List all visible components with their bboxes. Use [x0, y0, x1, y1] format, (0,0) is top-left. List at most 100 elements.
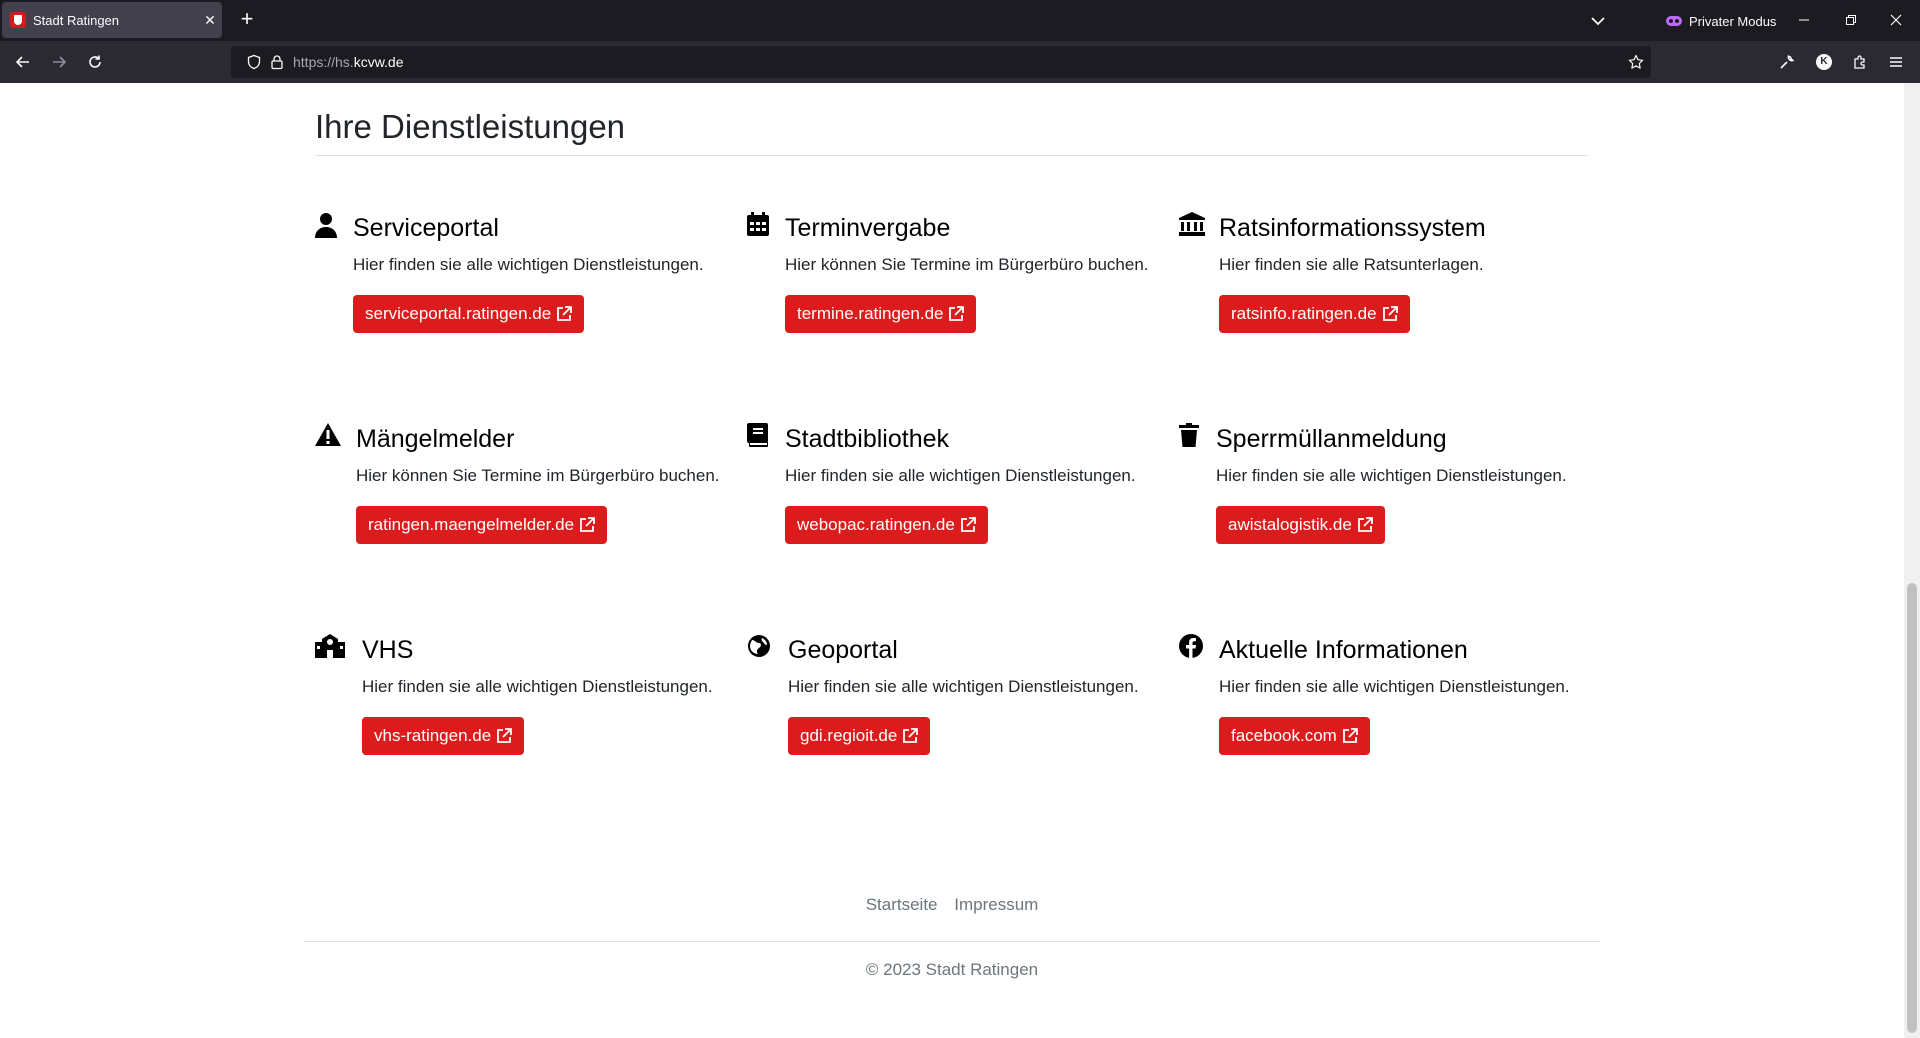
account-button[interactable]: K — [1810, 48, 1838, 76]
private-mask-icon — [1666, 16, 1682, 26]
trash-icon — [1179, 423, 1205, 451]
card-description: Hier finden sie alle wichtigen Dienstlei… — [1219, 677, 1570, 696]
scrollbar-thumb[interactable] — [1907, 583, 1917, 1033]
card-title: Aktuelle Informationen — [1219, 636, 1468, 664]
school-icon — [315, 634, 345, 662]
vhs-link-button[interactable]: vhs-ratingen.de — [362, 717, 525, 755]
card-title: Terminvergabe — [785, 214, 951, 242]
title-divider — [315, 155, 1588, 156]
extensions-puzzle-icon[interactable] — [1846, 48, 1874, 76]
card-title: Stadtbibliothek — [785, 425, 950, 453]
service-card-sperrmuell: Sperrmüllanmeldung Hier finden sie alle … — [1179, 423, 1599, 553]
shield-icon[interactable] — [245, 53, 263, 71]
user-icon — [315, 212, 341, 240]
browser-tabbar: Stadt Ratingen ✕ + Privater Modus — [0, 0, 1920, 41]
maengelmelder-link-button[interactable]: ratingen.maengelmelder.de — [356, 506, 608, 544]
service-card-maengelmelder: Mängelmelder Hier können Sie Termine im … — [315, 423, 735, 553]
link-label: ratsinfo.ratingen.de — [1231, 304, 1377, 323]
tab-title: Stadt Ratingen — [33, 12, 120, 28]
termine-link-button[interactable]: termine.ratingen.de — [785, 295, 977, 333]
geoportal-link-button[interactable]: gdi.regioit.de — [788, 717, 931, 755]
card-title: VHS — [362, 636, 414, 664]
card-title: Ratsinformationssystem — [1219, 214, 1486, 242]
service-card-vhs: VHS Hier finden sie alle wichtigen Diens… — [315, 634, 735, 764]
external-link-icon — [579, 517, 595, 533]
external-link-icon — [1382, 306, 1398, 322]
private-mode-label: Privater Modus — [1689, 13, 1777, 29]
card-title: Geoportal — [788, 636, 898, 664]
card-description: Hier können Sie Termine im Bürgerbüro bu… — [785, 255, 1149, 274]
sperrmuell-link-button[interactable]: awistalogistik.de — [1216, 506, 1385, 544]
browser-navbar: https://hs.kcvw.de K — [0, 41, 1920, 83]
service-card-stadtbibliothek: Stadtbibliothek Hier finden sie alle wic… — [747, 423, 1167, 553]
external-link-icon — [556, 306, 573, 322]
url-bar[interactable]: https://hs.kcvw.de — [231, 46, 1651, 78]
warning-icon — [315, 423, 341, 451]
stadtbibliothek-link-button[interactable]: webopac.ratingen.de — [785, 506, 988, 544]
link-label: termine.ratingen.de — [797, 304, 944, 323]
link-label: ratingen.maengelmelder.de — [368, 515, 575, 534]
new-tab-button[interactable]: + — [233, 6, 261, 34]
external-link-icon — [960, 517, 976, 533]
footer-link-impressum[interactable]: Impressum — [954, 895, 1038, 914]
url-text[interactable]: https://hs.kcvw.de — [293, 54, 404, 70]
card-title: Mängelmelder — [356, 425, 515, 453]
lock-icon[interactable] — [268, 53, 286, 71]
globe-icon — [747, 634, 773, 662]
account-avatar: K — [1816, 54, 1832, 70]
book-icon — [747, 423, 773, 451]
serviceportal-link-button[interactable]: serviceportal.ratingen.de — [353, 295, 585, 333]
service-card-serviceportal: Serviceportal Hier finden sie alle wicht… — [315, 212, 735, 342]
footer-link-startseite[interactable]: Startseite — [866, 895, 938, 914]
card-title: Sperrmüllanmeldung — [1216, 425, 1447, 453]
card-description: Hier finden sie alle wichtigen Dienstlei… — [1216, 466, 1567, 485]
tab-list-chevron-icon[interactable] — [1586, 9, 1610, 33]
link-label: gdi.regioit.de — [800, 726, 898, 745]
reload-button[interactable] — [81, 48, 109, 76]
ratsinfo-link-button[interactable]: ratsinfo.ratingen.de — [1219, 295, 1410, 333]
page-title: Ihre Dienstleistungen — [315, 108, 626, 145]
url-domain: kcvw.de — [353, 54, 404, 70]
card-description: Hier können Sie Termine im Bürgerbüro bu… — [356, 466, 720, 485]
private-mode-indicator: Privater Modus — [1666, 9, 1776, 33]
restore-button[interactable] — [1831, 6, 1871, 34]
service-card-ratsinfo: Ratsinformationssystem Hier finden sie a… — [1179, 212, 1599, 342]
tab-close-icon[interactable]: ✕ — [198, 12, 222, 29]
calendar-icon — [747, 212, 773, 240]
link-label: awistalogistik.de — [1228, 515, 1352, 534]
card-description: Hier finden sie alle Ratsunterlagen. — [1219, 255, 1484, 274]
external-link-icon — [948, 306, 965, 322]
page-scrollbar[interactable] — [1904, 83, 1920, 1038]
external-link-icon — [1357, 517, 1373, 533]
page-content: Ihre Dienstleistungen Serviceportal Hier… — [0, 83, 1920, 1038]
footer-divider — [304, 941, 1600, 942]
back-button[interactable] — [9, 48, 37, 76]
hamburger-menu-icon[interactable] — [1882, 48, 1910, 76]
facebook-icon — [1179, 634, 1205, 662]
minimize-button[interactable] — [1784, 6, 1824, 34]
card-title: Serviceportal — [353, 214, 499, 242]
external-link-icon — [902, 728, 919, 744]
card-description: Hier finden sie alle wichtigen Dienstlei… — [353, 255, 704, 274]
external-link-icon — [496, 728, 513, 744]
browser-tab[interactable]: Stadt Ratingen ✕ — [2, 2, 222, 38]
wrench-icon[interactable] — [1773, 48, 1801, 76]
link-label: serviceportal.ratingen.de — [365, 304, 552, 323]
external-link-icon — [1342, 728, 1358, 744]
card-description: Hier finden sie alle wichtigen Dienstlei… — [362, 677, 713, 696]
bookmark-star-icon[interactable] — [1627, 53, 1645, 71]
building-columns-icon — [1179, 212, 1205, 240]
copyright-text: © 2023 Stadt Ratingen — [865, 960, 1039, 979]
site-favicon-icon — [10, 12, 26, 28]
card-description: Hier finden sie alle wichtigen Dienstlei… — [785, 466, 1136, 485]
facebook-link-button[interactable]: facebook.com — [1219, 717, 1370, 755]
close-window-button[interactable] — [1876, 6, 1916, 34]
service-card-aktuelle-informationen: Aktuelle Informationen Hier finden sie a… — [1179, 634, 1599, 764]
card-description: Hier finden sie alle wichtigen Dienstlei… — [788, 677, 1139, 696]
footer-nav: Startseite Impressum — [0, 895, 1904, 915]
service-card-terminvergabe: Terminvergabe Hier können Sie Termine im… — [747, 212, 1167, 342]
link-label: vhs-ratingen.de — [374, 726, 492, 745]
link-label: facebook.com — [1231, 726, 1337, 745]
service-card-geoportal: Geoportal Hier finden sie alle wichtigen… — [747, 634, 1167, 764]
forward-button[interactable] — [45, 48, 73, 76]
